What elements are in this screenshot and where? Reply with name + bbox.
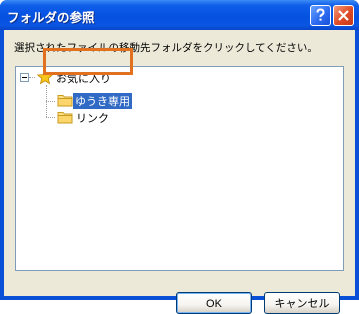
cancel-button[interactable]: キャンセル <box>264 292 340 314</box>
close-button[interactable] <box>333 5 354 26</box>
browse-folder-dialog: フォルダの参照 選択されたファイルの移動先フォルダをクリックしてください。 お気… <box>0 0 359 314</box>
tree-node-label: リンク <box>76 112 109 125</box>
folder-icon <box>57 112 73 124</box>
title-bar[interactable]: フォルダの参照 <box>0 0 359 30</box>
folder-icon <box>57 95 73 107</box>
question-icon <box>316 8 325 21</box>
tree-connector <box>46 101 55 102</box>
tree-connector <box>46 117 55 118</box>
collapse-toggle[interactable] <box>20 73 29 82</box>
selection-highlight-frame <box>43 48 133 75</box>
tree-node-label-selected: ゆうき専用 <box>73 93 132 109</box>
help-button[interactable] <box>310 5 331 26</box>
ok-button[interactable]: OK <box>176 292 252 314</box>
tree-connector <box>29 77 35 78</box>
close-icon <box>338 10 349 21</box>
folder-tree[interactable]: お気に入り ゆうき専用 リンク <box>15 66 344 271</box>
window-title: フォルダの参照 <box>7 10 95 25</box>
